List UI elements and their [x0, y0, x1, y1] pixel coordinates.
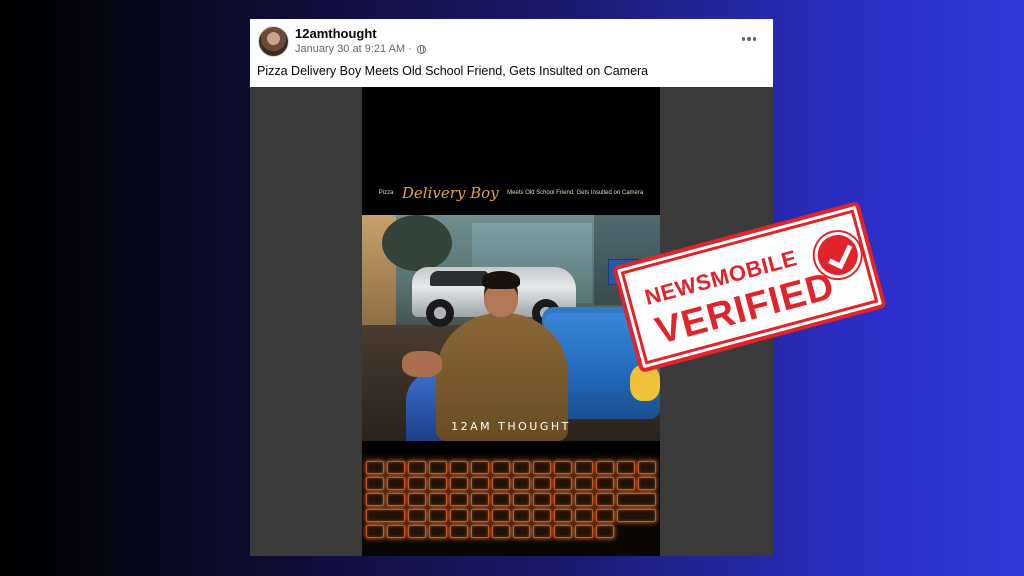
video-frame[interactable]: Pizza Delivery Boy Meets Old School Frie…	[362, 87, 660, 556]
tree	[382, 215, 452, 271]
keyboard-key	[533, 493, 552, 506]
keyboard-key	[407, 461, 426, 474]
keyboard-key	[491, 525, 510, 538]
keyboard-key	[554, 477, 573, 490]
keyboard-key	[366, 461, 384, 474]
avatar[interactable]	[258, 26, 289, 57]
keyboard-key	[491, 509, 510, 522]
keyboard-key	[386, 477, 405, 490]
keyboard-key	[491, 493, 510, 506]
keyboard-key	[554, 461, 573, 474]
keyboard-key	[617, 493, 656, 506]
keyboard-key	[575, 493, 594, 506]
video-title: Pizza Delivery Boy Meets Old School Frie…	[362, 184, 660, 202]
video-title-suffix: Meets Old School Friend, Gets Insulted o…	[507, 190, 644, 196]
keyboard-key	[449, 509, 468, 522]
keyboard-key	[386, 461, 405, 474]
keyboard-key	[470, 525, 489, 538]
keyboard-key	[533, 477, 552, 490]
keyboard-key	[512, 493, 531, 506]
video-scene-image: 12AM THOUGHT	[362, 215, 660, 441]
video-title-prefix: Pizza	[378, 190, 394, 196]
keyboard-key	[512, 525, 531, 538]
keyboard-key	[428, 493, 447, 506]
video-watermark: 12AM THOUGHT	[451, 420, 571, 433]
keyboard-key	[366, 493, 384, 506]
person-hair	[482, 271, 520, 289]
keyboard-key	[617, 509, 656, 522]
post-meta: January 30 at 9:21 AM ·	[295, 43, 426, 55]
keyboard-key	[366, 525, 384, 538]
keyboard-key	[575, 509, 594, 522]
keyboard-key	[470, 477, 489, 490]
keyboard-key	[366, 477, 384, 490]
keyboard-key	[596, 477, 615, 490]
keyboard-key	[617, 477, 636, 490]
keyboard-key	[575, 477, 594, 490]
keyboard-key	[533, 461, 552, 474]
post-header: 12amthought January 30 at 9:21 AM · Pizz…	[250, 19, 773, 87]
keyboard-key	[470, 461, 489, 474]
keyboard-key	[617, 461, 636, 474]
keyboard-keys	[366, 461, 656, 553]
keyboard-key	[638, 477, 656, 490]
keyboard-key	[428, 525, 447, 538]
person-hands	[402, 351, 442, 377]
keyboard-key	[575, 525, 594, 538]
keyboard-key	[407, 525, 426, 538]
keyboard-key	[470, 509, 489, 522]
keyboard-key	[533, 525, 552, 538]
keyboard-key	[366, 509, 405, 522]
keyboard-key	[512, 461, 531, 474]
keyboard-key	[428, 461, 447, 474]
keyboard-key	[386, 525, 405, 538]
keyboard-key	[533, 509, 552, 522]
meta-separator: ·	[408, 43, 412, 55]
keyboard-image	[362, 455, 660, 556]
keyboard-key	[407, 493, 426, 506]
keyboard-key	[638, 461, 656, 474]
keyboard-key	[491, 461, 510, 474]
keyboard-key	[596, 493, 615, 506]
keyboard-key	[596, 461, 615, 474]
keyboard-key	[428, 477, 447, 490]
keyboard-key	[407, 509, 426, 522]
keyboard-key	[596, 509, 615, 522]
author-name[interactable]: 12amthought	[295, 26, 377, 41]
keyboard-key	[596, 525, 615, 538]
keyboard-key	[449, 477, 468, 490]
car-window	[430, 271, 488, 286]
keyboard-key	[554, 493, 573, 506]
keyboard-key	[575, 461, 594, 474]
keyboard-key	[554, 509, 573, 522]
keyboard-key	[449, 525, 468, 538]
keyboard-key	[554, 525, 573, 538]
globe-icon	[416, 44, 426, 54]
keyboard-key	[512, 477, 531, 490]
keyboard-key	[428, 509, 447, 522]
keyboard-key	[491, 477, 510, 490]
more-options-icon[interactable]	[739, 29, 759, 49]
keyboard-key	[386, 493, 405, 506]
keyboard-key	[512, 509, 531, 522]
keyboard-key	[449, 493, 468, 506]
keyboard-key	[470, 493, 489, 506]
keyboard-key	[407, 477, 426, 490]
keyboard-key	[449, 461, 468, 474]
post-caption: Pizza Delivery Boy Meets Old School Frie…	[257, 64, 649, 78]
car-wheel	[426, 299, 454, 327]
video-title-script: Delivery Boy	[401, 184, 499, 202]
post-timestamp[interactable]: January 30 at 9:21 AM	[295, 43, 405, 55]
